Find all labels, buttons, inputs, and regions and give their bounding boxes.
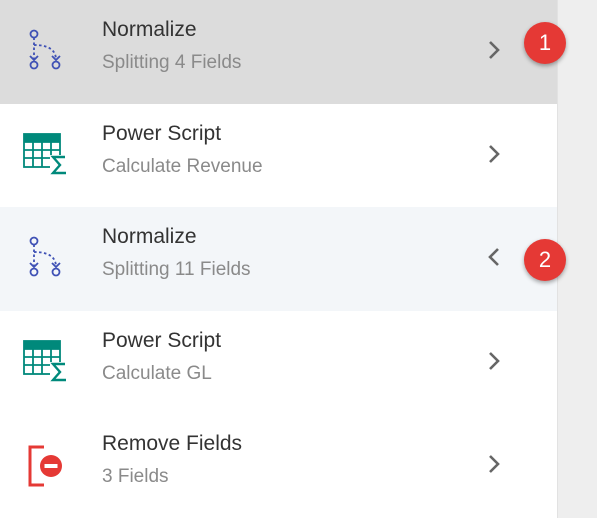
step-subtitle: Splitting 4 Fields [102, 52, 242, 73]
step-list-panel: Normalize Splitting 4 Fields Power Scrip… [0, 0, 557, 518]
step-item-remove-fields[interactable]: Remove Fields 3 Fields [0, 414, 557, 518]
step-item-normalize-1[interactable]: Normalize Splitting 4 Fields [0, 0, 557, 104]
step-subtitle: Splitting 11 Fields [102, 259, 251, 280]
step-item-power-script-2[interactable]: Power Script Calculate GL [0, 311, 557, 415]
step-title: Normalize [102, 225, 197, 248]
step-item-normalize-2[interactable]: Normalize Splitting 11 Fields [0, 207, 557, 311]
chevron-right-icon[interactable] [484, 38, 504, 62]
step-subtitle: Calculate Revenue [102, 156, 263, 177]
power-script-icon [22, 338, 70, 386]
step-subtitle: Calculate GL [102, 363, 212, 384]
normalize-icon [22, 234, 70, 282]
step-title: Remove Fields [102, 432, 243, 455]
remove-fields-icon [22, 441, 70, 489]
step-subtitle: 3 Fields [102, 466, 169, 487]
step-title: Normalize [102, 18, 197, 41]
callout-badge-2: 2 [524, 239, 566, 281]
chevron-left-icon[interactable] [484, 245, 504, 269]
chevron-right-icon[interactable] [484, 142, 504, 166]
chevron-right-icon[interactable] [484, 349, 504, 373]
step-item-power-script-1[interactable]: Power Script Calculate Revenue [0, 104, 557, 208]
step-title: Power Script [102, 122, 222, 145]
normalize-icon [22, 27, 70, 75]
chevron-right-icon[interactable] [484, 452, 504, 476]
callout-badge-1: 1 [524, 22, 566, 64]
power-script-icon [22, 131, 70, 179]
step-title: Power Script [102, 329, 222, 352]
